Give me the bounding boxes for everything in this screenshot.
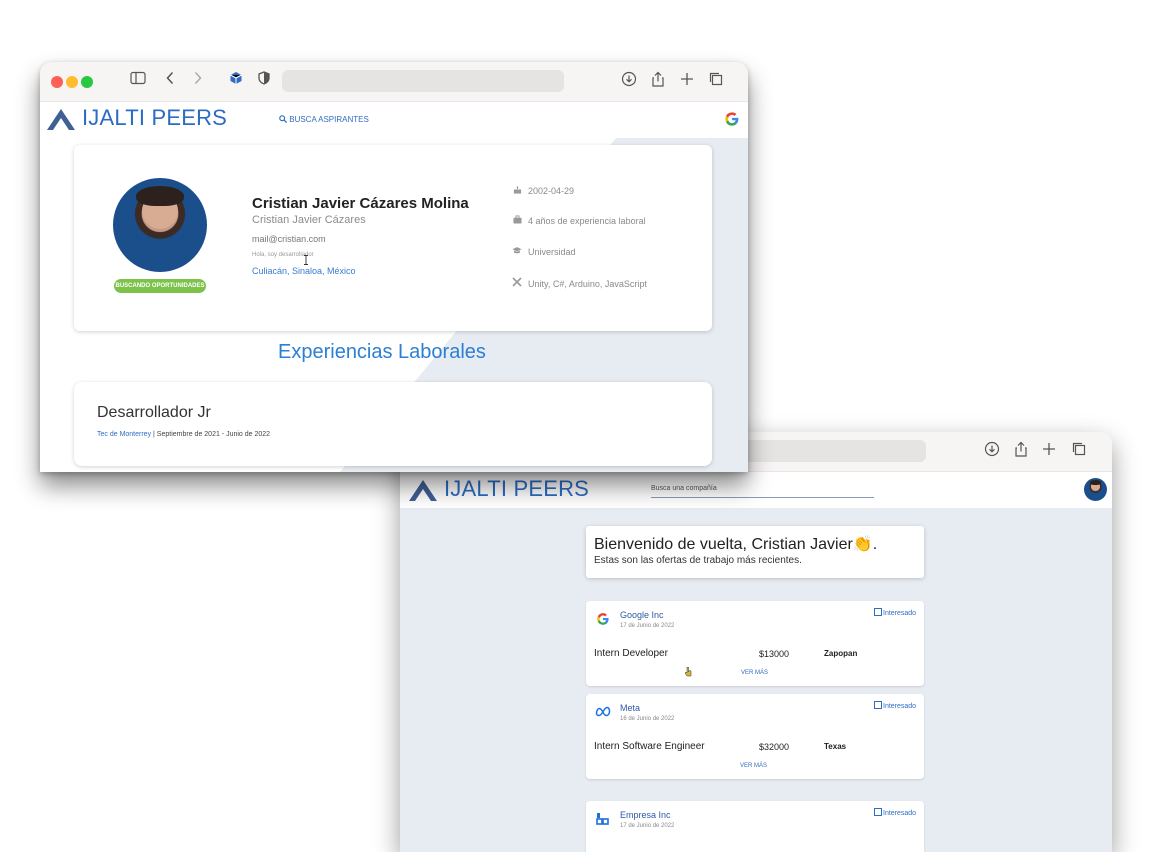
offer-date: 17 de Junio de 2022 xyxy=(620,623,675,629)
sidebar-toggle-icon[interactable] xyxy=(128,71,148,91)
minimize-window-button[interactable] xyxy=(66,76,78,88)
interested-checkbox[interactable]: Interesado xyxy=(874,808,916,817)
company-name[interactable]: Empresa Inc xyxy=(620,810,671,820)
see-more-link[interactable]: VER MÁS xyxy=(741,670,768,676)
close-window-button[interactable] xyxy=(51,76,63,88)
tabs-overview-icon[interactable] xyxy=(1069,441,1089,461)
welcome-title: Bienvenido de vuelta, Cristian Javier👏. xyxy=(594,536,878,553)
new-tab-icon[interactable] xyxy=(677,71,697,91)
job-role: Intern Developer xyxy=(594,648,668,659)
experience-card[interactable]: Desarrollador Jr Tec de Monterrey | Sept… xyxy=(74,382,712,466)
profile-location: Culiacán, Sinaloa, México xyxy=(252,266,356,276)
profile-full-name: Cristian Javier Cázares Molina xyxy=(252,195,469,212)
forward-arrow-icon[interactable] xyxy=(188,71,208,91)
browser-window-profile: IJALTI PEERS BUSCA ASPIRANTES BUSCANDO O… xyxy=(40,62,748,472)
tabs-overview-icon[interactable] xyxy=(706,71,726,91)
google-icon[interactable] xyxy=(724,111,740,127)
google-logo-icon xyxy=(597,613,609,625)
profile-photo xyxy=(113,178,207,272)
job-city: Zapopan xyxy=(824,649,858,658)
graduation-cap-icon xyxy=(512,246,522,257)
privacy-shield-icon[interactable] xyxy=(254,71,274,91)
checkbox-icon[interactable] xyxy=(874,808,882,816)
job-role: Intern Software Engineer xyxy=(594,741,705,752)
cake-icon xyxy=(512,185,522,196)
job-offer-card[interactable]: Google Inc 17 de Junio de 2022 Interesad… xyxy=(586,601,924,686)
experience-company[interactable]: Tec de Monterrey xyxy=(97,431,151,438)
app-header: IJALTI PEERS BUSCA ASPIRANTES xyxy=(40,102,748,138)
clapping-hands-icon: 👏 xyxy=(852,536,873,553)
company-search-input[interactable]: Busca una compañía xyxy=(651,485,874,498)
experience-details: Tec de Monterrey | Septiembre de 2021 - … xyxy=(97,431,271,438)
text-cursor-icon xyxy=(304,255,308,265)
ijalti-logo-icon[interactable] xyxy=(46,107,76,131)
user-avatar[interactable] xyxy=(1084,478,1107,501)
new-tab-icon[interactable] xyxy=(1039,441,1059,461)
profile-card: BUSCANDO OPORTUNIDADES Cristian Javier C… xyxy=(74,145,712,331)
profile-birthdate: 2002-04-29 xyxy=(512,185,574,196)
interested-checkbox[interactable]: Interesado xyxy=(874,701,916,710)
briefcase-icon xyxy=(512,215,522,226)
experience-title: Desarrollador Jr xyxy=(97,404,211,421)
profile-skills: Unity, C#, Arduino, JavaScript xyxy=(512,277,647,289)
app-header: IJALTI PEERS Busca una compañía xyxy=(400,472,1112,508)
company-name[interactable]: Meta xyxy=(620,703,640,713)
download-icon[interactable] xyxy=(619,71,639,91)
job-city: Texas xyxy=(824,742,847,751)
profile-education: Universidad xyxy=(512,246,576,257)
welcome-card: Bienvenido de vuelta, Cristian Javier👏. … xyxy=(586,526,924,578)
back-arrow-icon[interactable] xyxy=(160,71,180,91)
search-icon xyxy=(279,115,288,124)
profile-email: mail@cristian.com xyxy=(252,234,326,244)
meta-logo-icon xyxy=(595,706,611,717)
job-offer-card[interactable]: Meta 16 de Junio de 2022 Interesado Inte… xyxy=(586,694,924,779)
offer-date: 17 de Junio de 2022 xyxy=(620,823,675,829)
browser-window-dashboard: IJALTI PEERS Busca una compañía Bienveni… xyxy=(400,432,1112,852)
download-icon[interactable] xyxy=(982,441,1002,461)
ijalti-logo-icon[interactable] xyxy=(408,478,438,502)
interested-checkbox[interactable]: Interesado xyxy=(874,608,916,617)
job-salary: $32000 xyxy=(759,742,790,752)
share-icon[interactable] xyxy=(648,71,668,91)
profile-experience-years: 4 años de experiencia laboral xyxy=(512,215,646,226)
maximize-window-button[interactable] xyxy=(81,76,93,88)
hand-cursor-icon xyxy=(685,667,692,677)
see-more-link[interactable]: VER MÁS xyxy=(740,763,767,769)
experience-section-title: Experiencias Laborales xyxy=(278,341,486,363)
offer-date: 16 de Junio de 2022 xyxy=(620,716,675,722)
checkbox-icon[interactable] xyxy=(874,608,882,616)
address-bar[interactable] xyxy=(282,70,564,92)
welcome-subtitle: Estas son las ofertas de trabajo más rec… xyxy=(594,555,802,566)
status-badge: BUSCANDO OPORTUNIDADES xyxy=(114,279,206,293)
browser-toolbar xyxy=(40,62,748,102)
brand-name[interactable]: IJALTI PEERS xyxy=(444,476,589,502)
checkbox-icon[interactable] xyxy=(874,701,882,709)
empresa-logo-icon xyxy=(596,813,609,825)
brand-name[interactable]: IJALTI PEERS xyxy=(82,105,227,131)
search-applicants-link[interactable]: BUSCA ASPIRANTES xyxy=(279,115,369,124)
extension-cube-icon[interactable] xyxy=(226,71,246,91)
profile-alias: Cristian Javier Cázares xyxy=(252,214,366,226)
tools-icon xyxy=(512,277,522,289)
share-icon[interactable] xyxy=(1011,441,1031,461)
job-salary: $13000 xyxy=(759,649,790,659)
job-offer-card[interactable]: Empresa Inc 17 de Junio de 2022 Interesa… xyxy=(586,801,924,852)
company-name[interactable]: Google Inc xyxy=(620,610,664,620)
